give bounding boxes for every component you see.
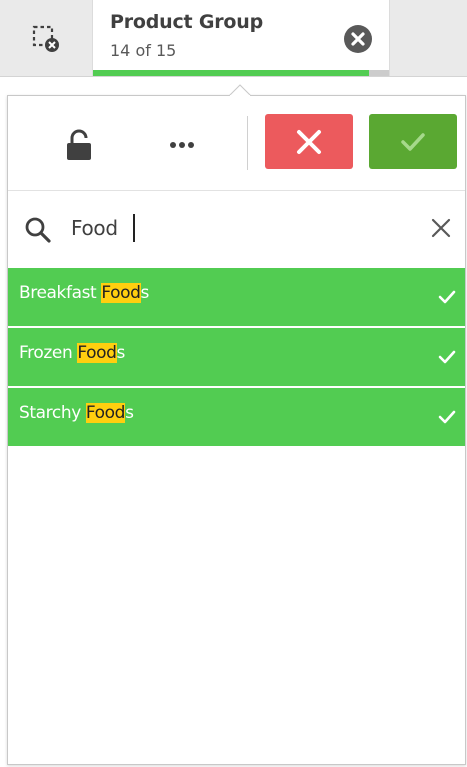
- search-match-highlight: Food: [77, 343, 117, 363]
- check-icon: [438, 350, 456, 364]
- popover-toolbar: [8, 96, 465, 191]
- selections-bar: Product Group 14 of 15: [0, 0, 467, 77]
- list-item[interactable]: Frozen Foods: [8, 328, 465, 388]
- search-match-highlight: Food: [85, 403, 126, 423]
- search-row: [8, 191, 465, 267]
- selection-state-bar-fill: [93, 70, 370, 76]
- search-match-highlight: Food: [101, 283, 141, 303]
- selection-state-bar: [93, 70, 389, 76]
- chip-selection-count: 14 of 15: [110, 41, 177, 60]
- selection-popover: Breakfast Foods Frozen Foods Starchy Foo…: [7, 84, 466, 765]
- list-item[interactable]: Starchy Foods: [8, 388, 465, 448]
- check-icon: [401, 132, 425, 151]
- item-label: Frozen Foods: [19, 343, 125, 363]
- clear-all-selections-button[interactable]: [4, 4, 88, 74]
- list-item[interactable]: Breakfast Foods: [8, 268, 465, 328]
- close-icon[interactable]: [428, 215, 454, 241]
- cancel-selection-button[interactable]: [265, 114, 353, 169]
- close-circle-icon[interactable]: [343, 24, 373, 54]
- field-values-list: Breakfast Foods Frozen Foods Starchy Foo…: [8, 268, 465, 448]
- item-label: Starchy Foods: [19, 403, 134, 423]
- confirm-selection-button[interactable]: [369, 114, 457, 169]
- text-cursor: [133, 214, 135, 242]
- popover-caret: [229, 84, 251, 96]
- lock-button[interactable]: [62, 126, 96, 164]
- clear-selections-icon: [32, 25, 59, 52]
- check-icon: [438, 290, 456, 304]
- chip-field-name: Product Group: [110, 11, 263, 33]
- cross-icon: [297, 129, 321, 154]
- selection-chip-product-group[interactable]: Product Group 14 of 15: [92, 0, 390, 76]
- search-input[interactable]: [68, 211, 411, 245]
- more-icon: [170, 142, 194, 148]
- toolbar-divider: [247, 116, 248, 170]
- item-label: Breakfast Foods: [19, 283, 149, 303]
- search-icon: [25, 217, 51, 243]
- more-options-button[interactable]: [160, 126, 204, 164]
- unlock-icon: [67, 129, 91, 160]
- check-icon: [438, 410, 456, 424]
